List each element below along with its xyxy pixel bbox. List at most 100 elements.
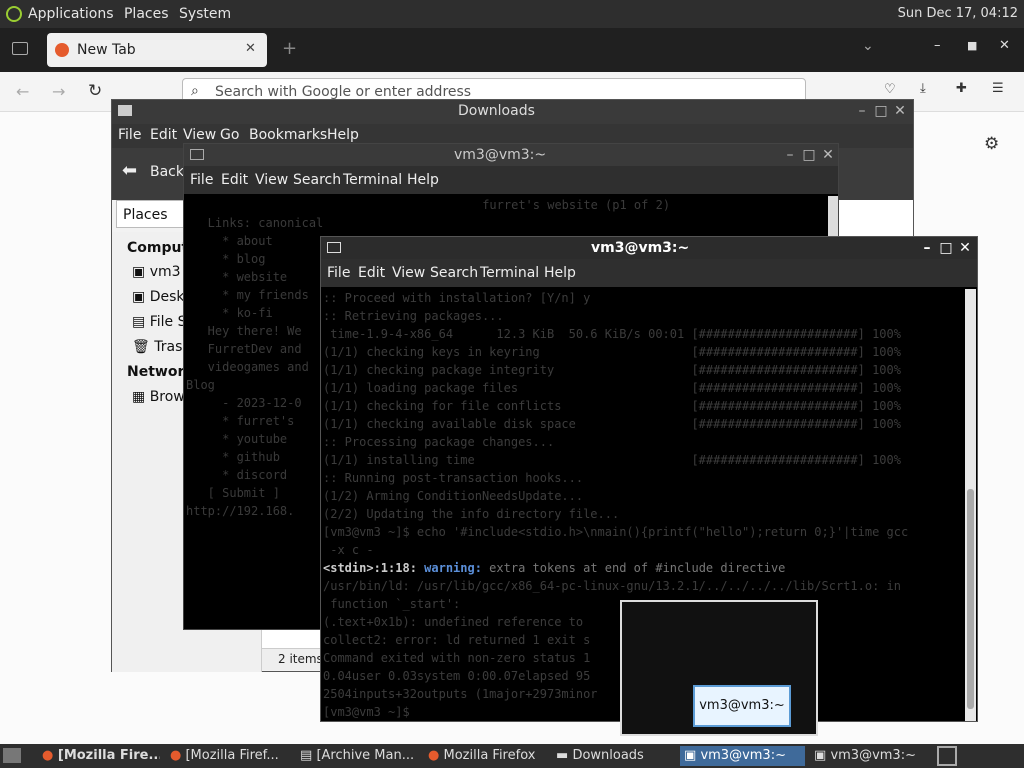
list-tabs-icon[interactable]: ⌄ bbox=[862, 38, 874, 54]
places-menu[interactable]: Places bbox=[124, 6, 169, 22]
home-icon: ▣ bbox=[132, 264, 146, 280]
maximize-icon[interactable]: □ bbox=[801, 147, 817, 163]
sidebar-item-desktop[interactable]: ▣ Deskt bbox=[132, 289, 190, 305]
firefox-view-icon[interactable] bbox=[12, 42, 28, 55]
terminal-line: (1/1) loading package files [###########… bbox=[323, 381, 901, 395]
tab-title: New Tab bbox=[77, 42, 136, 58]
menu-file[interactable]: File bbox=[190, 172, 213, 188]
terminal-line: Links: canonical bbox=[186, 216, 324, 230]
applications-menu[interactable]: Applications bbox=[28, 6, 114, 22]
menu-search[interactable]: Search bbox=[293, 172, 341, 188]
minimize-icon[interactable]: – bbox=[934, 38, 941, 53]
task-terminal-1[interactable]: ▣ vm3@vm3:~ bbox=[680, 746, 805, 766]
terminal-titlebar[interactable]: vm3@vm3:~ – □ ✕ bbox=[184, 144, 838, 166]
folder-icon bbox=[118, 105, 132, 116]
sidebar-item-browse-network[interactable]: ▦ Brow bbox=[132, 389, 185, 405]
menu-edit[interactable]: Edit bbox=[221, 172, 248, 188]
terminal-line: /usr/bin/ld: /usr/lib/gcc/x86_64-pc-linu… bbox=[323, 579, 901, 593]
menu-view[interactable]: View bbox=[255, 172, 288, 188]
scrollbar-thumb[interactable] bbox=[967, 489, 974, 709]
terminal-line: (1/1) installing time [#################… bbox=[323, 453, 901, 467]
terminal-line: <stdin>:1:18: warning: extra tokens at e… bbox=[323, 561, 786, 575]
archive-icon: ▤ bbox=[300, 748, 313, 763]
hamburger-menu-icon[interactable]: ☰ bbox=[992, 81, 1004, 96]
downloads-titlebar[interactable]: Downloads – □ ✕ bbox=[112, 100, 913, 124]
task-firefox-3[interactable]: ● Mozilla Firefox bbox=[424, 746, 546, 766]
reload-icon[interactable]: ↻ bbox=[88, 81, 102, 101]
terminal-line: :: Running post-transaction hooks... bbox=[323, 471, 584, 485]
menu-terminal[interactable]: Terminal bbox=[480, 265, 539, 281]
workspace-switcher-icon[interactable] bbox=[937, 746, 957, 766]
distro-logo-icon[interactable] bbox=[6, 6, 22, 22]
maximize-icon[interactable]: ■ bbox=[967, 39, 977, 52]
task-downloads[interactable]: ▬ Downloads bbox=[552, 746, 674, 766]
terminal-line: furret's website (p1 of 2) bbox=[186, 198, 671, 212]
terminal-menubar: File Edit View Search Terminal Help bbox=[321, 259, 977, 287]
menu-file[interactable]: File bbox=[327, 265, 350, 281]
task-firefox-1[interactable]: ● [Mozilla Fire... bbox=[38, 746, 160, 766]
maximize-icon[interactable]: □ bbox=[938, 240, 954, 256]
top-panel: Applications Places System Sun Dec 17, 0… bbox=[0, 0, 1024, 28]
minimize-icon[interactable]: – bbox=[854, 103, 870, 119]
tab-close-icon[interactable]: ✕ bbox=[245, 41, 256, 56]
menu-bookmarks[interactable]: Bookmarks bbox=[249, 127, 327, 143]
menu-view[interactable]: View bbox=[392, 265, 425, 281]
show-desktop-icon[interactable] bbox=[3, 748, 21, 763]
firefox-logo-icon bbox=[55, 43, 69, 57]
menu-help[interactable]: Help bbox=[327, 127, 359, 143]
settings-gear-icon[interactable]: ⚙ bbox=[984, 134, 999, 154]
taskbar-tooltip: vm3@vm3:~ bbox=[693, 685, 791, 727]
back-arrow-icon[interactable]: ⬅ bbox=[122, 160, 137, 181]
sidebar-item-vm3[interactable]: ▣ vm3 bbox=[132, 264, 181, 280]
terminal-icon: ▣ bbox=[814, 748, 827, 763]
terminal-line: (1/1) checking available disk space [###… bbox=[323, 417, 901, 431]
back-button[interactable]: Back bbox=[150, 164, 184, 180]
places-label: Places bbox=[123, 207, 168, 223]
bottom-taskbar: ● [Mozilla Fire... ● [Mozilla Firef... ▤… bbox=[0, 744, 1024, 768]
terminal-line: :: Processing package changes... bbox=[323, 435, 555, 449]
extensions-icon[interactable]: ✚ bbox=[956, 81, 967, 96]
pocket-icon[interactable]: ♡ bbox=[884, 82, 896, 97]
close-icon[interactable]: ✕ bbox=[957, 240, 973, 256]
firefox-logo-icon: ● bbox=[42, 748, 54, 763]
terminal-line: (1/1) checking package integrity [######… bbox=[323, 363, 901, 377]
menu-search[interactable]: Search bbox=[430, 265, 478, 281]
downloads-icon[interactable]: ⤓ bbox=[920, 81, 926, 96]
maximize-icon[interactable]: □ bbox=[873, 103, 889, 119]
minimize-icon[interactable]: – bbox=[919, 240, 935, 256]
close-icon[interactable]: ✕ bbox=[892, 103, 908, 119]
terminal-icon bbox=[190, 149, 204, 160]
new-tab-plus-icon[interactable]: + bbox=[282, 38, 297, 59]
menu-edit[interactable]: Edit bbox=[358, 265, 385, 281]
menu-terminal[interactable]: Terminal bbox=[343, 172, 402, 188]
terminal-titlebar[interactable]: vm3@vm3:~ – □ ✕ bbox=[321, 237, 977, 259]
back-arrow-icon[interactable]: ← bbox=[16, 82, 29, 101]
task-terminal-2[interactable]: ▣ vm3@vm3:~ bbox=[810, 746, 932, 766]
url-placeholder: Search with Google or enter address bbox=[215, 84, 472, 100]
firefox-logo-icon: ● bbox=[170, 748, 182, 763]
menu-help[interactable]: Help bbox=[407, 172, 439, 188]
close-icon[interactable]: ✕ bbox=[820, 147, 836, 163]
menu-go[interactable]: Go bbox=[220, 127, 239, 143]
menu-file[interactable]: File bbox=[118, 127, 141, 143]
system-menu[interactable]: System bbox=[179, 6, 231, 22]
panel-clock[interactable]: Sun Dec 17, 04:12 bbox=[898, 6, 1018, 21]
task-archive-manager[interactable]: ▤ [Archive Man... bbox=[296, 746, 416, 766]
forward-arrow-icon[interactable]: → bbox=[52, 82, 65, 101]
terminal-line: (2/2) Updating the info directory file..… bbox=[323, 507, 620, 521]
terminal-scrollbar[interactable] bbox=[965, 289, 976, 721]
terminal-line: -x c - bbox=[323, 543, 374, 557]
task-firefox-2[interactable]: ● [Mozilla Firef... bbox=[166, 746, 290, 766]
folder-icon: ▬ bbox=[556, 748, 569, 763]
sidebar-item-filesystem[interactable]: ▤ File S bbox=[132, 314, 186, 330]
panel-menus: Applications Places System bbox=[28, 6, 237, 22]
terminal-menubar: File Edit View Search Terminal Help bbox=[184, 166, 838, 194]
minimize-icon[interactable]: – bbox=[782, 147, 798, 163]
menu-view[interactable]: View bbox=[183, 127, 216, 143]
terminal-title: vm3@vm3:~ bbox=[454, 147, 547, 163]
close-icon[interactable]: ✕ bbox=[999, 38, 1010, 53]
menu-edit[interactable]: Edit bbox=[150, 127, 177, 143]
menu-help[interactable]: Help bbox=[544, 265, 576, 281]
trash-icon: 🗑 bbox=[132, 339, 150, 355]
tab-new-tab[interactable]: New Tab ✕ bbox=[47, 33, 267, 67]
